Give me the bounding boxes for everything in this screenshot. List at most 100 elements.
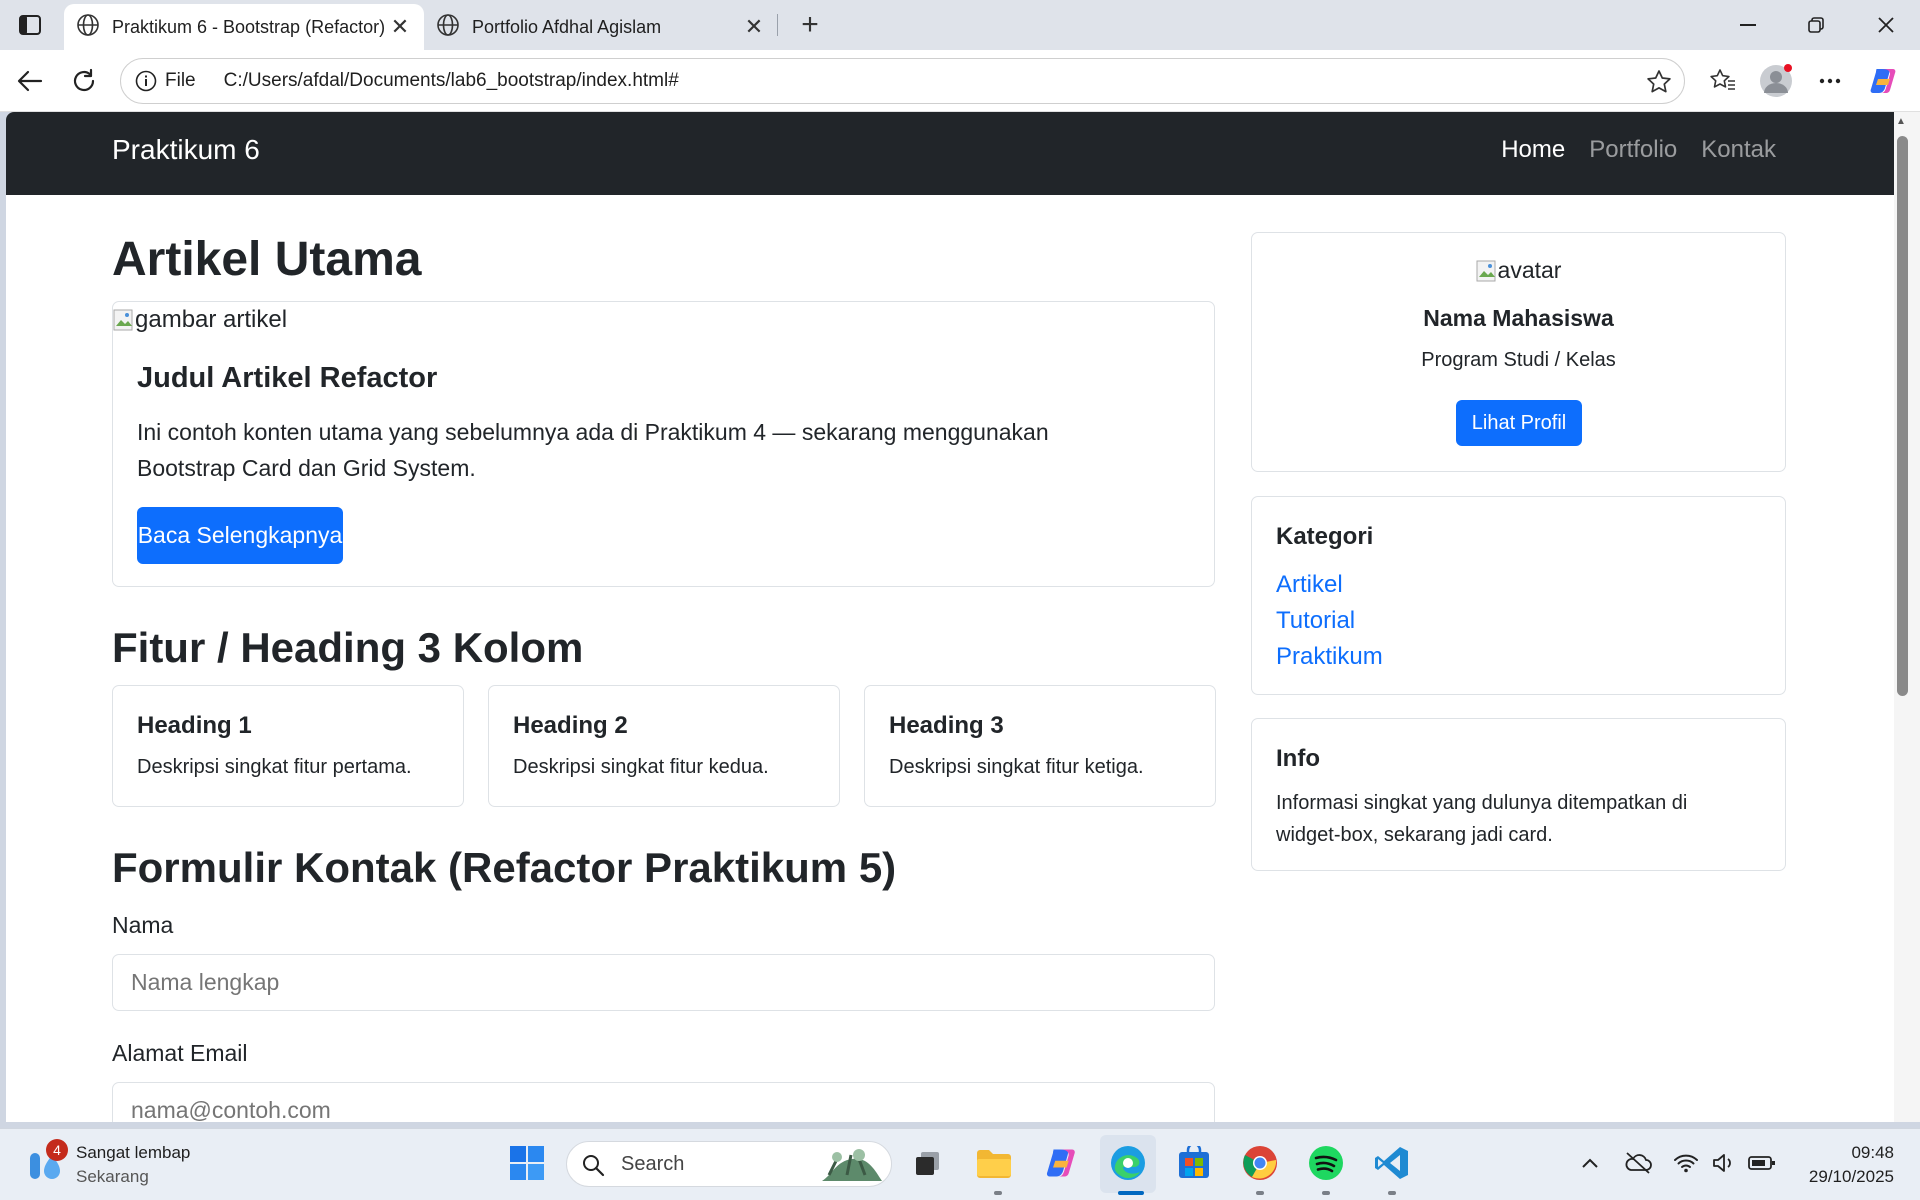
- clock-date: 29/10/2025: [1808, 1167, 1894, 1186]
- category-link-artikel[interactable]: Artikel: [1276, 567, 1383, 603]
- chrome-icon[interactable]: [1238, 1141, 1282, 1185]
- scroll-up-icon[interactable]: ▲: [1896, 116, 1906, 127]
- main-heading: Artikel Utama: [112, 233, 422, 286]
- article-text-line: Bootstrap Card dan Grid System.: [137, 455, 476, 481]
- nav-link-kontak[interactable]: Kontak: [1701, 136, 1776, 164]
- spotify-icon[interactable]: [1304, 1141, 1348, 1185]
- more-options-icon[interactable]: [1812, 63, 1848, 99]
- globe-icon: [76, 13, 100, 42]
- tab-actions-icon[interactable]: [14, 10, 46, 40]
- close-tab-icon[interactable]: ✕: [742, 14, 766, 40]
- site-navbar: Praktikum 6 Home Portfolio Kontak: [6, 112, 1894, 195]
- taskbar: 4 Sangat lembap Sekarang Search 09:48 29…: [0, 1128, 1920, 1200]
- search-icon: [583, 1155, 605, 1177]
- globe-icon: [436, 13, 460, 42]
- category-list: Artikel Tutorial Praktikum: [1276, 567, 1383, 675]
- file-explorer-icon[interactable]: [972, 1141, 1016, 1185]
- info-card: Info Informasi singkat yang dulunya dite…: [1251, 718, 1786, 871]
- feature-title: Heading 1: [137, 712, 252, 739]
- article-image-alt: gambar artikel: [135, 306, 288, 333]
- page-viewport: Praktikum 6 Home Portfolio Kontak Artike…: [6, 112, 1894, 1122]
- new-tab-icon[interactable]: +: [792, 8, 828, 42]
- tab-title: Praktikum 6 - Bootstrap (Refactor): [112, 16, 386, 37]
- info-title: Info: [1276, 745, 1320, 772]
- favorites-icon[interactable]: [1705, 63, 1741, 99]
- copilot-taskbar-icon[interactable]: [1040, 1141, 1084, 1185]
- category-title: Kategori: [1276, 523, 1374, 550]
- taskbar-search[interactable]: Search: [566, 1141, 892, 1187]
- info-text-line: Informasi singkat yang dulunya ditempatk…: [1276, 792, 1688, 814]
- task-view-icon[interactable]: [906, 1141, 950, 1185]
- close-window-icon[interactable]: [1858, 6, 1914, 44]
- tab-separator: [777, 14, 778, 36]
- clock[interactable]: 09:48 29/10/2025: [1790, 1141, 1894, 1189]
- form-heading: Formulir Kontak (Refactor Praktikum 5): [112, 844, 897, 891]
- clock-time: 09:48: [1851, 1143, 1894, 1162]
- minimize-icon[interactable]: [1720, 6, 1776, 44]
- store-icon[interactable]: [1172, 1141, 1216, 1185]
- name-input[interactable]: [112, 954, 1215, 1011]
- search-placeholder: Search: [621, 1153, 685, 1175]
- battery-icon[interactable]: [1744, 1141, 1780, 1185]
- scrollbar-thumb[interactable]: [1897, 136, 1908, 696]
- close-tab-icon[interactable]: ✕: [388, 14, 412, 40]
- info-text: Informasi singkat yang dulunya ditempatk…: [1276, 787, 1687, 851]
- navbar-brand[interactable]: Praktikum 6: [112, 134, 260, 166]
- profile-name: Nama Mahasiswa: [1423, 305, 1614, 331]
- show-hidden-icons[interactable]: [1572, 1141, 1608, 1185]
- running-indicator: [994, 1191, 1002, 1195]
- feature-card: Heading 1 Deskripsi singkat fitur pertam…: [112, 685, 464, 807]
- feature-card: Heading 3 Deskripsi singkat fitur ketiga…: [864, 685, 1216, 807]
- category-link-praktikum[interactable]: Praktikum: [1276, 639, 1383, 675]
- profile-avatar[interactable]: [1758, 63, 1794, 99]
- running-indicator: [1388, 1191, 1396, 1195]
- avatar: avatar: [1252, 257, 1785, 284]
- name-label: Nama: [112, 912, 174, 938]
- active-indicator: [1118, 1191, 1144, 1195]
- reload-icon[interactable]: [66, 63, 102, 99]
- favorite-star-icon[interactable]: [1646, 69, 1672, 95]
- address-bar[interactable]: File C:/Users/afdal/Documents/lab6_boots…: [120, 58, 1685, 104]
- broken-image-icon: [113, 309, 133, 331]
- notification-badge: 4: [46, 1139, 68, 1161]
- article-image: gambar artikel: [113, 306, 287, 334]
- running-indicator: [1322, 1191, 1330, 1195]
- weather-title: Sangat lembap: [76, 1143, 191, 1162]
- nav-link-portfolio[interactable]: Portfolio: [1589, 136, 1677, 164]
- category-link-tutorial[interactable]: Tutorial: [1276, 603, 1383, 639]
- running-indicator: [1256, 1191, 1264, 1195]
- feature-card: Heading 2 Deskripsi singkat fitur kedua.: [488, 685, 840, 807]
- cloud-offline-icon[interactable]: [1620, 1141, 1656, 1185]
- article-text: Ini contoh konten utama yang sebelumnya …: [137, 414, 1049, 486]
- profile-card: avatar Nama Mahasiswa Program Studi / Ke…: [1251, 232, 1786, 472]
- category-card: Kategori Artikel Tutorial Praktikum: [1251, 496, 1786, 695]
- restore-icon[interactable]: [1788, 6, 1844, 44]
- weather-widget[interactable]: 4 Sangat lembap Sekarang: [24, 1139, 244, 1189]
- tab-portfolio[interactable]: Portfolio Afdhal Agislam ✕: [424, 4, 778, 50]
- feature-title: Heading 3: [889, 712, 1004, 739]
- vscode-icon[interactable]: [1370, 1141, 1414, 1185]
- article-text-line: Ini contoh konten utama yang sebelumnya …: [137, 419, 1049, 445]
- email-input[interactable]: [112, 1082, 1215, 1122]
- view-profile-button[interactable]: Lihat Profil: [1456, 400, 1582, 446]
- wifi-icon[interactable]: [1668, 1141, 1704, 1185]
- feature-text: Deskripsi singkat fitur ketiga.: [889, 756, 1144, 778]
- tab-bar: Praktikum 6 - Bootstrap (Refactor) ✕ Por…: [0, 0, 1920, 50]
- nav-link-home[interactable]: Home: [1501, 136, 1565, 164]
- copilot-icon[interactable]: [1866, 63, 1902, 99]
- url-text[interactable]: C:/Users/afdal/Documents/lab6_bootstrap/…: [224, 70, 679, 92]
- features-heading: Fitur / Heading 3 Kolom: [112, 624, 584, 671]
- volume-icon[interactable]: [1706, 1141, 1742, 1185]
- edge-icon[interactable]: [1106, 1141, 1150, 1185]
- feature-text: Deskripsi singkat fitur kedua.: [513, 756, 769, 778]
- profile-program: Program Studi / Kelas: [1421, 349, 1616, 371]
- tab-praktikum6[interactable]: Praktikum 6 - Bootstrap (Refactor) ✕: [64, 4, 424, 50]
- feature-text: Deskripsi singkat fitur pertama.: [137, 756, 412, 778]
- read-more-button[interactable]: Baca Selengkapnya: [137, 507, 343, 564]
- windows-start-icon[interactable]: [505, 1141, 549, 1185]
- back-icon[interactable]: [12, 63, 48, 99]
- weather-subtitle: Sekarang: [76, 1167, 149, 1186]
- feature-title: Heading 2: [513, 712, 628, 739]
- info-icon[interactable]: [135, 70, 157, 92]
- broken-image-icon: [1476, 260, 1496, 281]
